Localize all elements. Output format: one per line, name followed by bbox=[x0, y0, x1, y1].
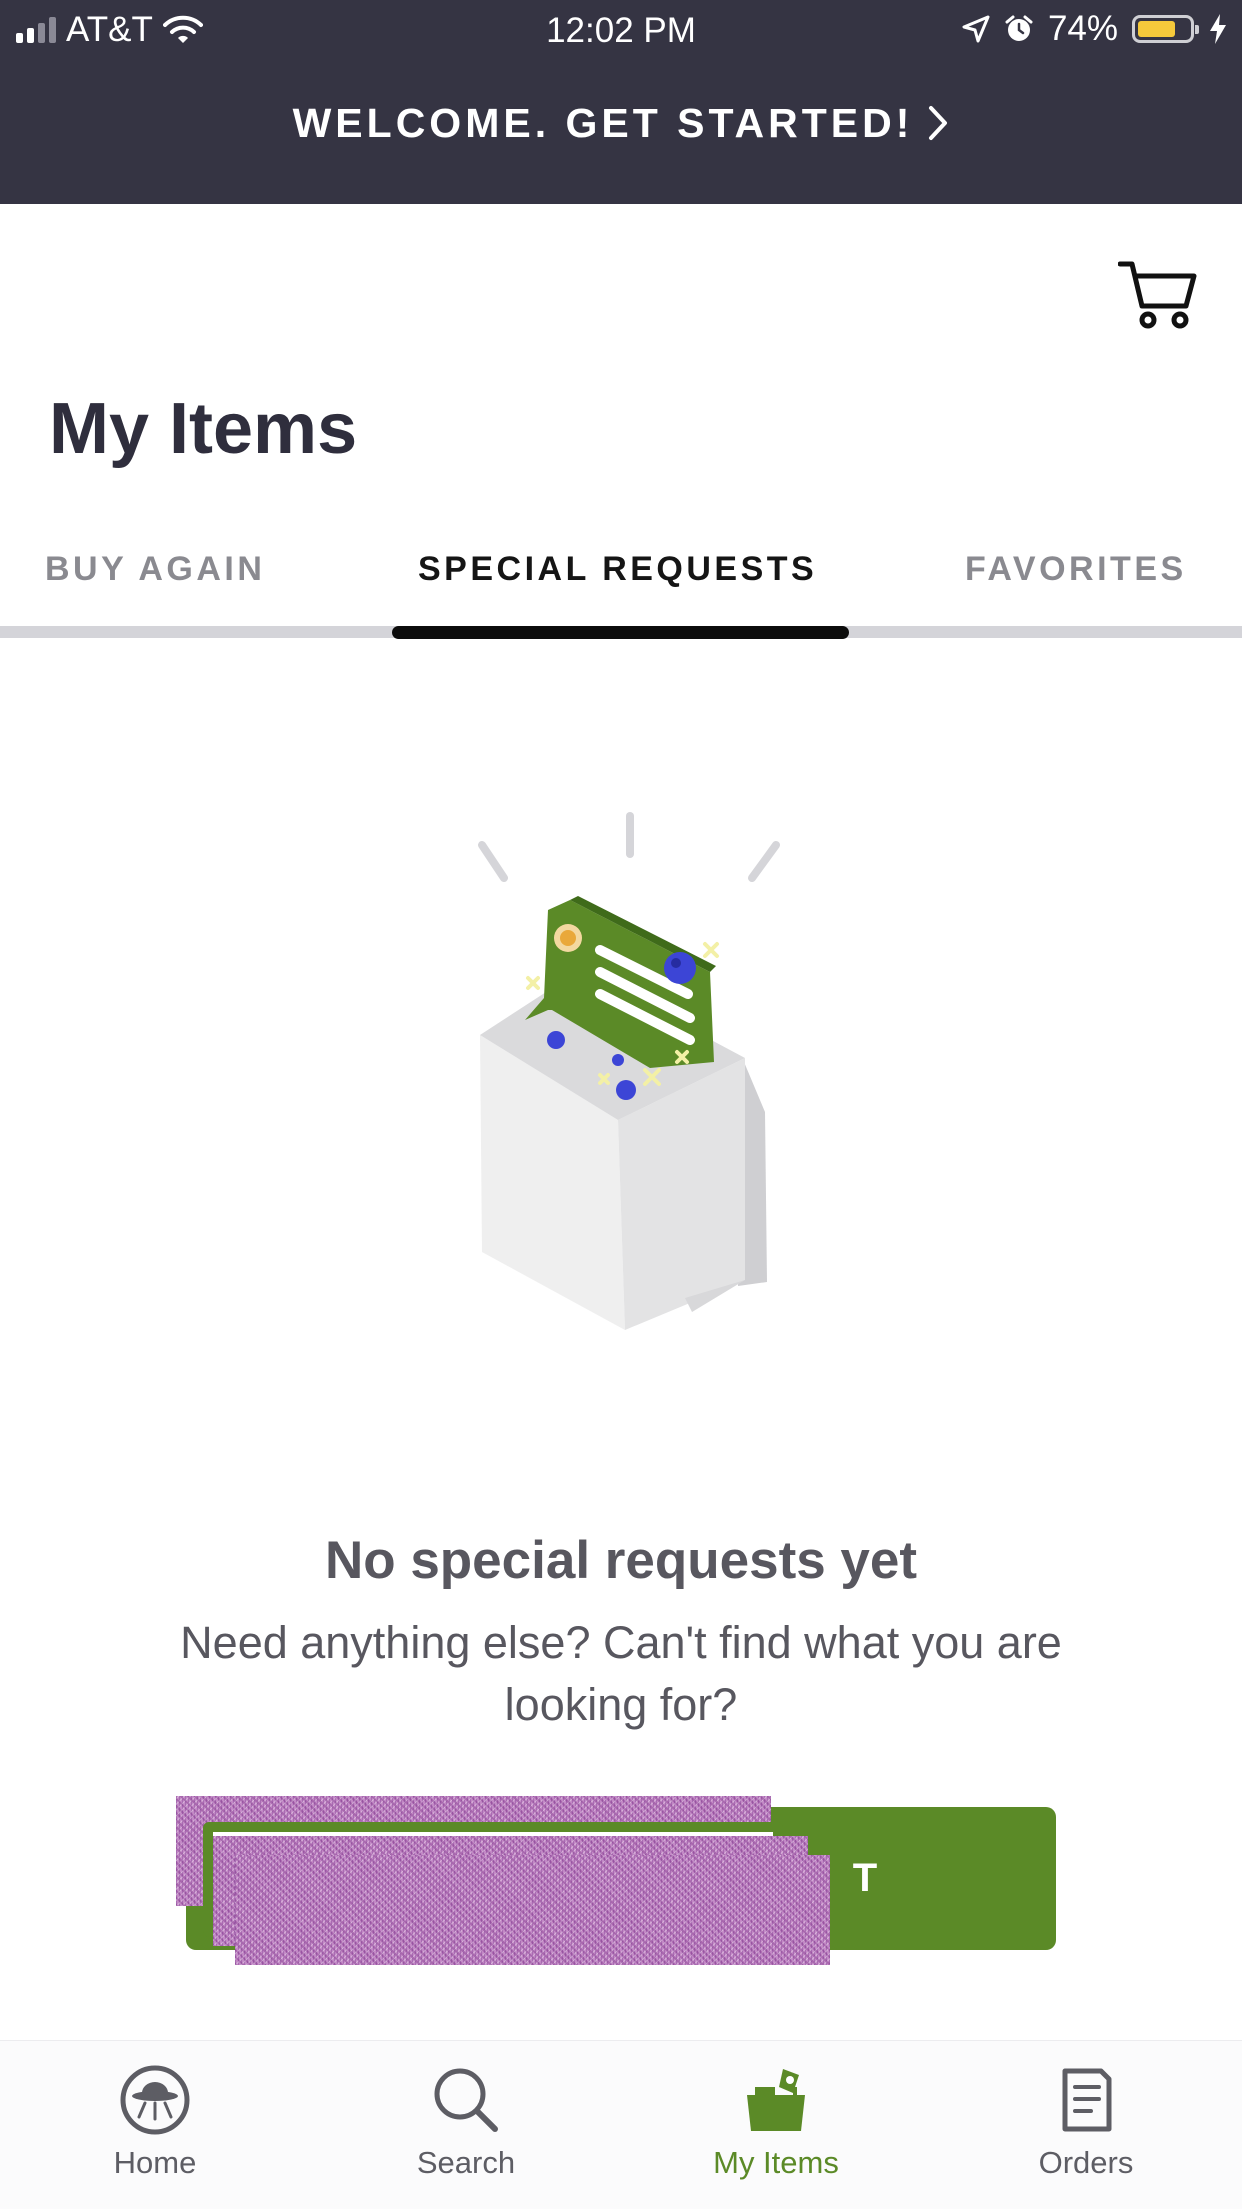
tab-favorites[interactable]: FAVORITES bbox=[965, 550, 1187, 589]
battery-percent: 74% bbox=[1047, 9, 1118, 48]
top-header: AT&T 12:02 PM 74% WELCOME. GET STARTED! bbox=[0, 0, 1242, 204]
nav-home[interactable]: Home bbox=[45, 2065, 265, 2181]
tab-bar: BUY AGAIN SPECIAL REQUESTS FAVORITES bbox=[0, 540, 1242, 640]
nav-orders-label: Orders bbox=[1038, 2145, 1134, 2180]
nav-orders[interactable]: Orders bbox=[976, 2065, 1196, 2181]
basket-icon bbox=[747, 2069, 805, 2131]
tab-buy-again[interactable]: BUY AGAIN bbox=[45, 550, 265, 589]
nav-home-label: Home bbox=[113, 2145, 197, 2180]
active-tab-indicator bbox=[392, 626, 849, 639]
nav-search[interactable]: Search bbox=[356, 2065, 576, 2181]
status-right: 74% bbox=[962, 9, 1228, 49]
page-title: My Items bbox=[49, 389, 358, 469]
shopping-bag-with-note-illustration bbox=[478, 812, 780, 1330]
search-icon bbox=[434, 2068, 498, 2132]
nav-search-label: Search bbox=[416, 2145, 516, 2180]
cart-icon[interactable] bbox=[1118, 260, 1198, 332]
charging-bolt-icon bbox=[1210, 14, 1226, 44]
chevron-right-icon bbox=[929, 106, 948, 140]
welcome-text: WELCOME. GET STARTED! bbox=[292, 100, 914, 146]
status-bar: AT&T 12:02 PM 74% bbox=[0, 0, 1242, 62]
empty-state-body: Need anything else? Can't find what you … bbox=[180, 1617, 1062, 1730]
redacted-overlay bbox=[235, 1855, 830, 1965]
tab-special-requests[interactable]: SPECIAL REQUESTS bbox=[418, 550, 817, 589]
ufo-home-icon bbox=[120, 2065, 190, 2135]
receipt-icon bbox=[1062, 2068, 1112, 2132]
alarm-clock-icon bbox=[1005, 15, 1033, 41]
nav-my-items[interactable]: My Items bbox=[666, 2065, 886, 2181]
bottom-tab-bar: Home Search My Items Orders bbox=[0, 2040, 1242, 2209]
nav-my-items-label: My Items bbox=[713, 2145, 839, 2180]
battery-icon bbox=[1132, 15, 1199, 43]
special-request-button-label: T bbox=[852, 1856, 882, 1900]
welcome-get-started-link[interactable]: WELCOME. GET STARTED! bbox=[0, 100, 1242, 147]
location-arrow-icon bbox=[962, 15, 990, 43]
empty-state-title: No special requests yet bbox=[324, 1531, 918, 1590]
